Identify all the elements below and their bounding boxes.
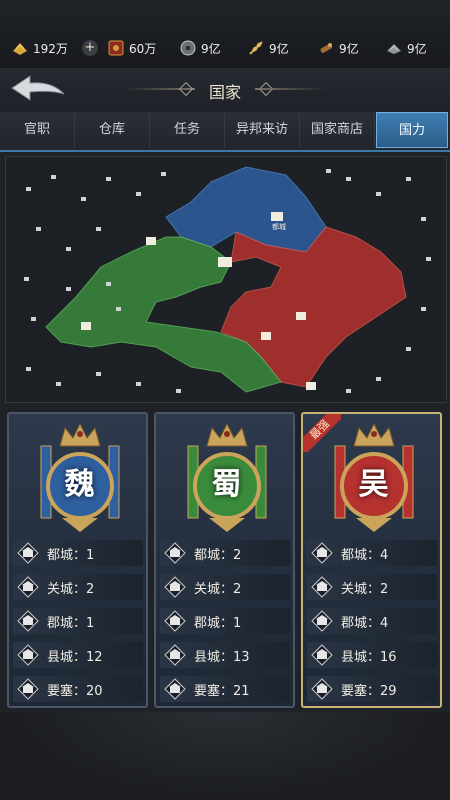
stat-commandery: 郡城：1 [13,608,143,634]
stat-county: 县城：16 [307,642,437,668]
stat-fortress: 要塞：29 [307,676,437,702]
fortress-icon [311,678,333,700]
tab-foreign-visits[interactable]: 异邦来访 [225,112,300,148]
stat-label: 县城：12 [47,649,103,665]
capital-icon [164,542,186,564]
faction-name: 魏 [64,467,95,502]
stat-label: 郡城：4 [341,615,389,631]
commandery-icon [164,610,186,632]
bottom-background [0,712,450,800]
panel-wu[interactable]: 吴最强都城：4 关城：2 郡城：4 县城：16 要塞：29 [301,412,442,708]
strongest-label: 最强 [303,414,341,452]
pass-city-icon [311,576,333,598]
stat-label: 要塞：20 [47,683,103,699]
stat-label: 都城：1 [47,547,95,563]
stat-capital: 都城：2 [160,540,290,566]
stat-label: 郡城：1 [194,615,242,631]
stat-capital: 都城：4 [307,540,437,566]
capital-icon [17,542,39,564]
panel-shu[interactable]: 蜀都城：2 关城：2 郡城：1 县城：13 要塞：21 [154,412,295,708]
county-icon [311,644,333,666]
stat-label: 郡城：1 [47,615,95,631]
resource-wood: 9亿 [316,36,359,60]
panel-wei[interactable]: 魏都城：1 关城：2 郡城：1 县城：12 要塞：20 [7,412,148,708]
tab-nation-shop[interactable]: 国家商店 [300,112,375,148]
fortress-icon [164,678,186,700]
resource-token: 60万 [106,36,156,60]
stat-label: 关城：2 [341,581,389,597]
resource-grain: 9亿 [246,36,289,60]
coin-icon [178,38,198,58]
stat-label: 要塞：21 [194,683,250,699]
pass-city-icon [164,576,186,598]
stat-commandery: 郡城：4 [307,608,437,634]
stat-label: 县城：13 [194,649,250,665]
stat-fortress: 要塞：20 [13,676,143,702]
stat-label: 县城：16 [341,649,397,665]
stat-label: 要塞：29 [341,683,397,699]
page-title: 国家 [208,83,241,102]
stat-pass-city: 关城：2 [307,574,437,600]
tab-warehouse[interactable]: 仓库 [75,112,150,148]
stat-label: 关城：2 [194,581,242,597]
tab-officials[interactable]: 官职 [0,112,75,148]
commandery-icon [311,610,333,632]
commandery-icon [17,610,39,632]
gold-icon [10,38,30,58]
strongest-ribbon: 最强 [303,414,341,452]
fortress-icon [17,678,39,700]
token-icon [106,38,126,58]
stat-fortress: 要塞：21 [160,676,290,702]
stat-pass-city: 关城：2 [160,574,290,600]
iron-icon [384,38,404,58]
tab-national-power[interactable]: 国力 [376,112,448,148]
county-icon [17,644,39,666]
add-gold-button[interactable]: + [82,40,98,56]
county-icon [164,644,186,666]
stat-label: 关城：2 [47,581,95,597]
stat-capital: 都城：1 [13,540,143,566]
stat-commandery: 郡城：1 [160,608,290,634]
wood-icon [316,38,336,58]
title-ornament-right [255,88,325,90]
resource-coin: 9亿 [178,36,221,60]
capital-marker [218,257,232,267]
stat-pass-city: 关城：2 [13,574,143,600]
stat-label: 都城：2 [194,547,242,563]
capital-icon [311,542,333,564]
map-capital-label: 都城 [272,223,286,231]
faction-name: 吴 [358,467,389,502]
tab-bar: 官职 仓库 任务 异邦来访 国家商店 国力 [0,112,450,152]
grain-icon [246,38,266,58]
tab-tasks[interactable]: 任务 [150,112,225,148]
faction-name: 蜀 [211,467,242,502]
stat-county: 县城：12 [13,642,143,668]
resource-gold: 192万 [10,36,68,60]
pass-city-icon [17,576,39,598]
territory-map[interactable]: 都城 [5,156,447,403]
stat-county: 县城：13 [160,642,290,668]
stat-label: 都城：4 [341,547,389,563]
resource-iron: 9亿 [384,36,427,60]
